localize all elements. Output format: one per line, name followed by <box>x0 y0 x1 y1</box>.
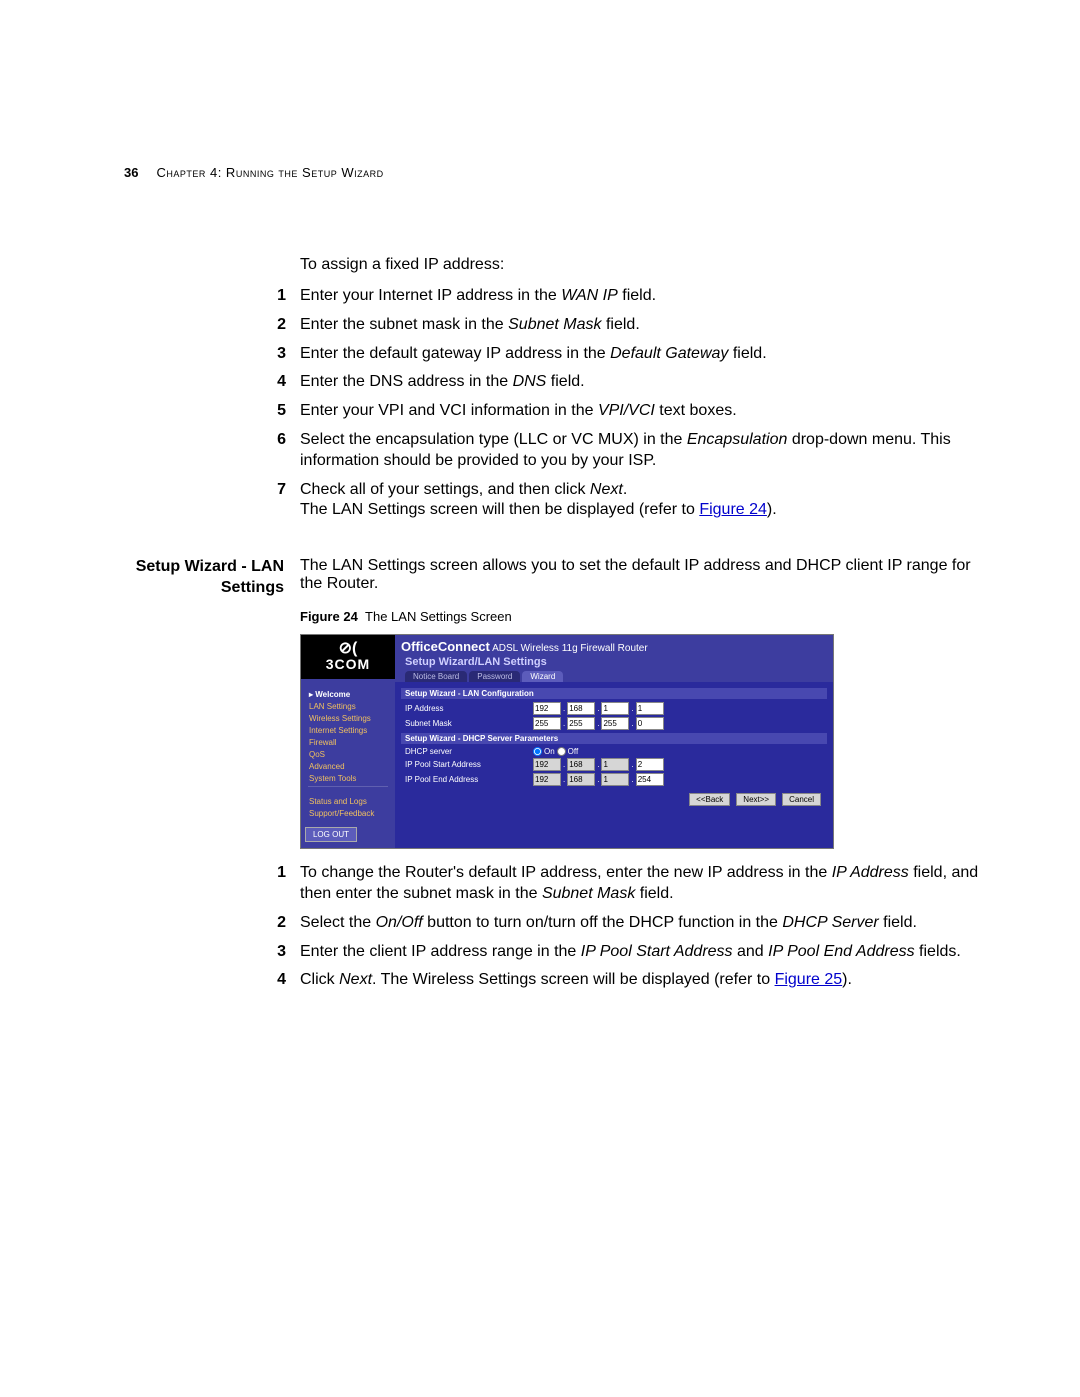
sidebar-item-advanced[interactable]: Advanced <box>305 760 391 772</box>
step-item: 4Enter the DNS address in the DNS field. <box>300 372 990 393</box>
step-item: 4Click Next. The Wireless Settings scree… <box>300 970 990 991</box>
steps-list-bottom: 1To change the Router's default IP addre… <box>134 863 990 999</box>
ip-pool-end-label: IP Pool End Address <box>405 775 533 784</box>
section-dhcp: Setup Wizard - DHCP Server Parameters <box>401 733 827 744</box>
router-logo: ⊘( 3COM <box>301 635 395 679</box>
oct-start-octet-1[interactable] <box>533 758 561 771</box>
dhcp-on-radio[interactable] <box>533 747 542 756</box>
steps-list-top: 1Enter your Internet IP address in the W… <box>134 286 990 529</box>
oct-end-octet-1[interactable] <box>533 773 561 786</box>
sidebar-item-support-feedback[interactable]: Support/Feedback <box>305 807 391 819</box>
intro-text: To assign a fixed IP address: <box>300 256 990 274</box>
router-screenshot: ⊘( 3COM OfficeConnect ADSL Wireless 11g … <box>300 634 834 849</box>
sidebar-item-system-tools[interactable]: System Tools <box>305 772 391 784</box>
sidebar-item-status-and-logs[interactable]: Status and Logs <box>305 795 391 807</box>
page-number: 36 <box>124 165 138 180</box>
tab-wizard[interactable]: Wizard <box>522 671 563 682</box>
step-item: 6Select the encapsulation type (LLC or V… <box>300 430 990 472</box>
oct-end-octet-2[interactable] <box>567 773 595 786</box>
step-item: 1Enter your Internet IP address in the W… <box>300 286 990 307</box>
sidebar-item-internet-settings[interactable]: Internet Settings <box>305 724 391 736</box>
step-item: 5Enter your VPI and VCI information in t… <box>300 401 990 422</box>
step-item: 2Enter the subnet mask in the Subnet Mas… <box>300 315 990 336</box>
oct-end-octet-3[interactable] <box>601 773 629 786</box>
chapter-title: Chapter 4: Running the Setup Wizard <box>156 165 383 180</box>
section-paragraph: The LAN Settings screen allows you to se… <box>300 557 990 593</box>
sidebar-item-qos[interactable]: QoS <box>305 748 391 760</box>
back-button[interactable]: <<Back <box>689 793 730 806</box>
router-subtitle: Setup Wizard/LAN Settings <box>395 654 833 671</box>
tab-password[interactable]: Password <box>469 671 520 682</box>
figure-caption: Figure 24 The LAN Settings Screen <box>300 609 990 624</box>
next-button[interactable]: Next>> <box>736 793 776 806</box>
oct-ip-octet-4[interactable] <box>636 702 664 715</box>
tab-notice-board[interactable]: Notice Board <box>405 671 467 682</box>
sidebar-item-welcome[interactable]: ▸ Welcome <box>305 688 391 700</box>
oct-ip-octet-3[interactable] <box>601 702 629 715</box>
oct-sm-octet-3[interactable] <box>601 717 629 730</box>
step-item: 3Enter the client IP address range in th… <box>300 942 990 963</box>
step-item: 2Select the On/Off button to turn on/tur… <box>300 913 990 934</box>
cancel-button[interactable]: Cancel <box>782 793 821 806</box>
oct-sm-octet-4[interactable] <box>636 717 664 730</box>
section-heading: Setup Wizard - LAN Settings <box>134 557 300 599</box>
section-lan-config: Setup Wizard - LAN Configuration <box>401 688 827 699</box>
router-sidebar: ▸ WelcomeLAN SettingsWireless SettingsIn… <box>301 682 395 848</box>
oct-sm-octet-2[interactable] <box>567 717 595 730</box>
oct-start-octet-3[interactable] <box>601 758 629 771</box>
oct-sm-octet-1[interactable] <box>533 717 561 730</box>
oct-start-octet-2[interactable] <box>567 758 595 771</box>
sidebar-item-firewall[interactable]: Firewall <box>305 736 391 748</box>
sidebar-item-wireless-settings[interactable]: Wireless Settings <box>305 712 391 724</box>
oct-ip-octet-2[interactable] <box>567 702 595 715</box>
dhcp-server-label: DHCP server <box>405 747 533 756</box>
ip-address-label: IP Address <box>405 704 533 713</box>
oct-ip-octet-1[interactable] <box>533 702 561 715</box>
logout-button[interactable]: LOG OUT <box>305 827 357 842</box>
sidebar-item-lan-settings[interactable]: LAN Settings <box>305 700 391 712</box>
step-item: 7Check all of your settings, and then cl… <box>300 480 990 522</box>
oct-end-octet-4[interactable] <box>636 773 664 786</box>
subnet-mask-label: Subnet Mask <box>405 719 533 728</box>
step-item: 1To change the Router's default IP addre… <box>300 863 990 905</box>
running-header: 36 Chapter 4: Running the Setup Wizard <box>0 165 1080 180</box>
step-item: 3Enter the default gateway IP address in… <box>300 344 990 365</box>
router-title: OfficeConnect ADSL Wireless 11g Firewall… <box>395 639 833 654</box>
ip-pool-start-label: IP Pool Start Address <box>405 760 533 769</box>
oct-start-octet-4[interactable] <box>636 758 664 771</box>
dhcp-off-radio[interactable] <box>557 747 566 756</box>
